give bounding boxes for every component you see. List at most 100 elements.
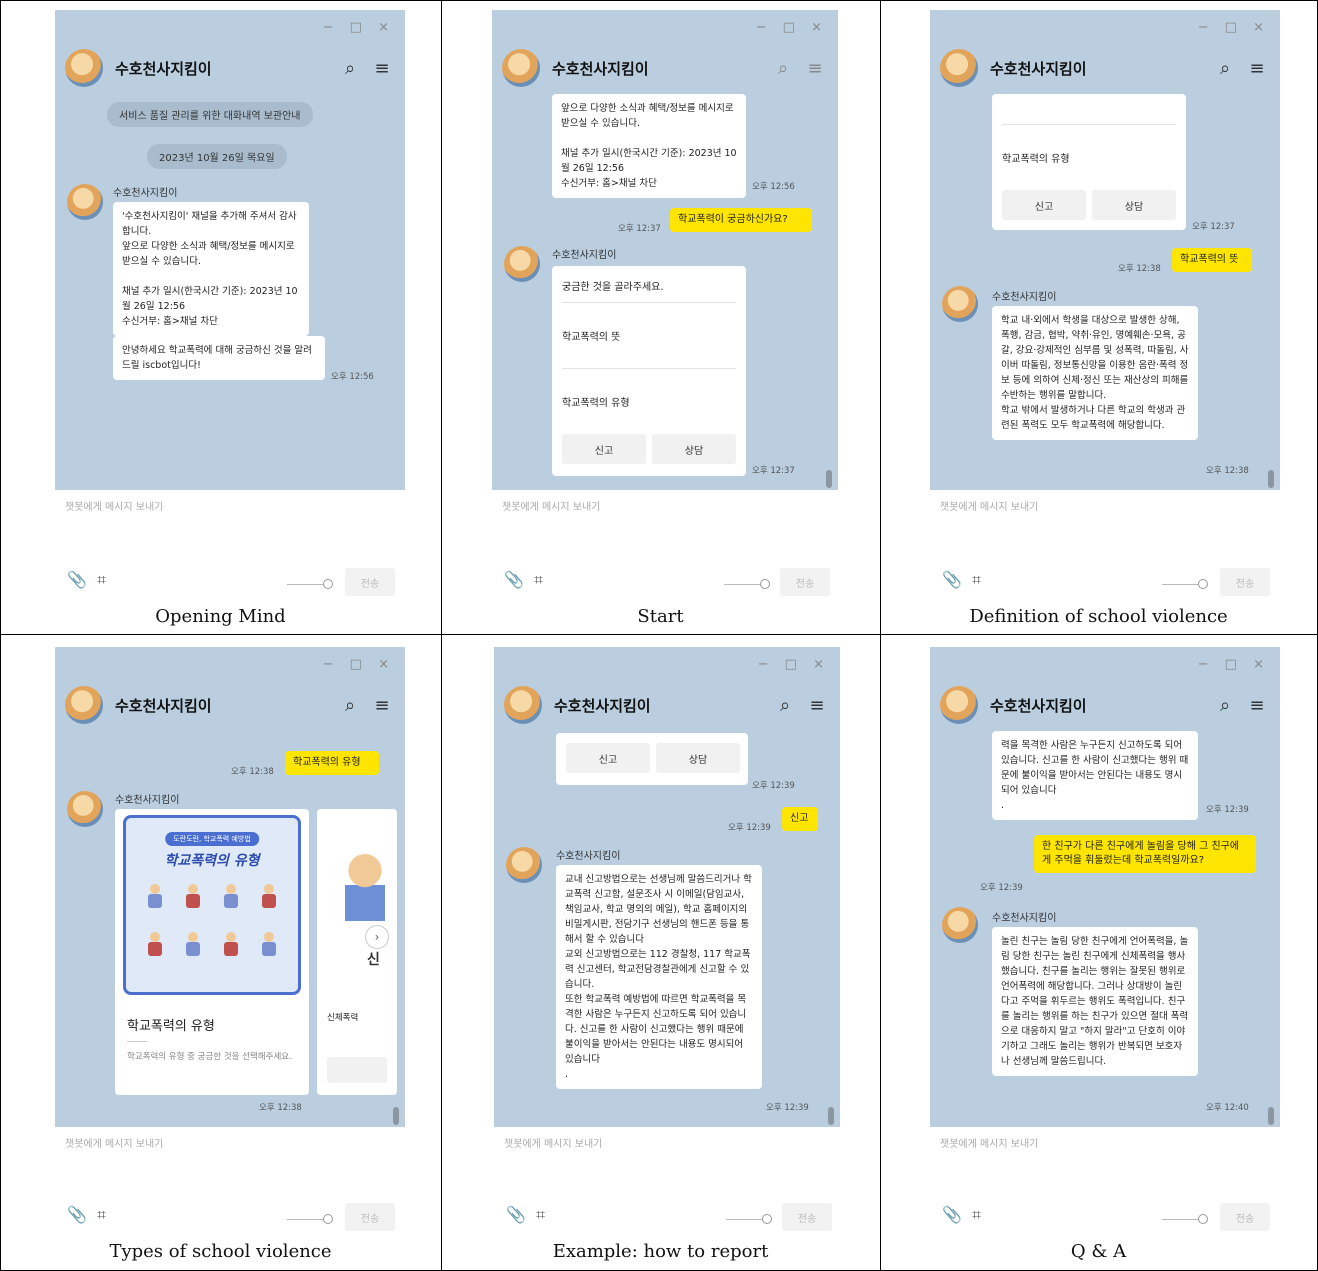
scrollbar[interactable] xyxy=(1268,470,1274,488)
bot-avatar[interactable] xyxy=(504,246,540,282)
message-input-area[interactable]: 챗봇에게 메시지 보내기 📎 ⌗ 전송 xyxy=(930,490,1280,602)
chat-window-opening: − □ × 수호천사지킴이 ⌕ ≡ 서비스 품질 관리를 위한 대화내역 보관안… xyxy=(55,10,405,490)
menu-item-types[interactable]: 학교폭력의 유형 xyxy=(562,394,736,409)
bot-avatar[interactable] xyxy=(504,686,542,724)
next-card-button[interactable] xyxy=(327,1057,387,1083)
transparency-slider[interactable] xyxy=(726,1219,766,1220)
transparency-slider[interactable] xyxy=(1162,1219,1202,1220)
message-input-area[interactable]: 챗봇에게 메시지 보내기 📎 ⌗ 전송 xyxy=(55,490,405,602)
search-icon[interactable]: ⌕ xyxy=(770,55,796,81)
message-input-area[interactable]: 챗봇에게 메시지 보내기 📎 ⌗ 전송 xyxy=(55,1127,405,1235)
slider-knob[interactable] xyxy=(762,1214,772,1224)
bot-avatar[interactable] xyxy=(67,184,103,220)
message-input-placeholder[interactable]: 챗봇에게 메시지 보내기 xyxy=(504,1135,602,1150)
search-icon[interactable]: ⌕ xyxy=(337,692,363,718)
scrollbar[interactable] xyxy=(826,470,832,488)
slider-knob[interactable] xyxy=(1198,1214,1208,1224)
attach-icon[interactable]: 📎 xyxy=(942,1205,962,1224)
bot-avatar[interactable] xyxy=(502,49,540,87)
crop-icon[interactable]: ⌗ xyxy=(972,570,981,590)
bot-message: 학교 내·외에서 학생을 대상으로 발생한 상해, 폭행, 감금, 협박, 약취… xyxy=(992,306,1198,440)
menu-icon[interactable]: ≡ xyxy=(369,55,395,81)
report-button[interactable]: 신고 xyxy=(1002,190,1086,220)
menu-icon[interactable]: ≡ xyxy=(804,692,830,718)
menu-icon[interactable]: ≡ xyxy=(1244,55,1270,81)
message-input-area[interactable]: 챗봇에게 메시지 보내기 📎 ⌗ 전송 xyxy=(930,1127,1280,1235)
message-input-placeholder[interactable]: 챗봇에게 메시지 보내기 xyxy=(65,1135,163,1150)
bot-avatar[interactable] xyxy=(65,49,103,87)
search-icon[interactable]: ⌕ xyxy=(1212,55,1238,81)
report-button[interactable]: 신고 xyxy=(566,743,650,773)
counsel-button[interactable]: 상담 xyxy=(1092,190,1176,220)
search-icon[interactable]: ⌕ xyxy=(1212,692,1238,718)
send-button[interactable]: 전송 xyxy=(780,568,830,596)
figure-illustration xyxy=(144,884,166,914)
counsel-button[interactable]: 상담 xyxy=(652,434,736,464)
send-button[interactable]: 전송 xyxy=(345,1203,395,1231)
crop-icon[interactable]: ⌗ xyxy=(97,1205,106,1225)
attach-icon[interactable]: 📎 xyxy=(504,570,524,589)
window-controls[interactable]: − □ × xyxy=(758,657,830,672)
send-button[interactable]: 전송 xyxy=(782,1203,832,1231)
message-input-placeholder[interactable]: 챗봇에게 메시지 보내기 xyxy=(65,498,163,513)
menu-item-types[interactable]: 학교폭력의 유형 xyxy=(1002,150,1176,165)
window-controls[interactable]: − □ × xyxy=(1198,20,1270,35)
bot-avatar[interactable] xyxy=(940,686,978,724)
attach-icon[interactable]: 📎 xyxy=(942,570,962,589)
notice-pill[interactable]: 서비스 품질 관리를 위한 대화내역 보관안내 xyxy=(107,102,313,127)
crop-icon[interactable]: ⌗ xyxy=(97,570,106,590)
crop-icon[interactable]: ⌗ xyxy=(972,1205,981,1225)
message-input-area[interactable]: 챗봇에게 메시지 보내기 📎 ⌗ 전송 xyxy=(494,1127,840,1235)
scrollbar[interactable] xyxy=(393,1107,399,1125)
bot-avatar[interactable] xyxy=(67,791,103,827)
slider-knob[interactable] xyxy=(1198,579,1208,589)
transparency-slider[interactable] xyxy=(1162,584,1202,585)
chat-window-types: − □ × 수호천사지킴이 ⌕ ≡ 오후 12:38 학교폭력의 유형 수호천사… xyxy=(55,647,405,1127)
message-input-placeholder[interactable]: 챗봇에게 메시지 보내기 xyxy=(502,498,600,513)
attach-icon[interactable]: 📎 xyxy=(67,570,87,589)
bot-avatar[interactable] xyxy=(506,847,542,883)
divider xyxy=(127,1041,147,1042)
menu-icon[interactable]: ≡ xyxy=(802,55,828,81)
transparency-slider[interactable] xyxy=(724,584,764,585)
transparency-slider[interactable] xyxy=(287,584,327,585)
message-input-placeholder[interactable]: 챗봇에게 메시지 보내기 xyxy=(940,1135,1038,1150)
message-time: 오후 12:37 xyxy=(618,224,661,234)
menu-item-definition[interactable]: 학교폭력의 뜻 xyxy=(562,328,736,343)
send-button[interactable]: 전송 xyxy=(1220,1203,1270,1231)
bot-avatar[interactable] xyxy=(65,686,103,724)
carousel-card[interactable]: 도란도란, 학교폭력 예방법 학교폭력의 유형 학교폭력의 유형 학교폭력의 유… xyxy=(115,809,309,1095)
search-icon[interactable]: ⌕ xyxy=(772,692,798,718)
bot-avatar[interactable] xyxy=(942,286,978,322)
window-controls[interactable]: − □ × xyxy=(323,20,395,35)
message-input-placeholder[interactable]: 챗봇에게 메시지 보내기 xyxy=(940,498,1038,513)
poster-title: 학교폭력의 유형 xyxy=(164,853,260,869)
bot-avatar[interactable] xyxy=(940,49,978,87)
menu-icon[interactable]: ≡ xyxy=(1244,692,1270,718)
send-button[interactable]: 전송 xyxy=(1220,568,1270,596)
scrollbar[interactable] xyxy=(1268,1107,1274,1125)
crop-icon[interactable]: ⌗ xyxy=(534,570,543,590)
window-controls[interactable]: − □ × xyxy=(1198,657,1270,672)
slider-knob[interactable] xyxy=(323,1214,333,1224)
carousel-card-next[interactable]: 신 신체폭력 xyxy=(317,809,397,1095)
counsel-button[interactable]: 상담 xyxy=(656,743,740,773)
slider-knob[interactable] xyxy=(323,579,333,589)
attach-icon[interactable]: 📎 xyxy=(506,1205,526,1224)
scrollbar[interactable] xyxy=(828,1107,834,1125)
crop-icon[interactable]: ⌗ xyxy=(536,1205,545,1225)
window-controls[interactable]: − □ × xyxy=(323,657,395,672)
slider-knob[interactable] xyxy=(760,579,770,589)
attach-icon[interactable]: 📎 xyxy=(67,1205,87,1224)
send-button[interactable]: 전송 xyxy=(345,568,395,596)
chat-content: 오후 12:38 학교폭력의 유형 수호천사지킴이 도란도란, 학교폭력 예방법… xyxy=(55,731,405,1127)
bot-avatar[interactable] xyxy=(942,907,978,943)
window-controls[interactable]: − □ × xyxy=(756,20,828,35)
chevron-right-icon[interactable]: › xyxy=(365,925,389,949)
message-time: 오후 12:39 xyxy=(980,883,1023,893)
message-input-area[interactable]: 챗봇에게 메시지 보내기 📎 ⌗ 전송 xyxy=(492,490,838,602)
transparency-slider[interactable] xyxy=(287,1219,327,1220)
search-icon[interactable]: ⌕ xyxy=(337,55,363,81)
report-button[interactable]: 신고 xyxy=(562,434,646,464)
menu-icon[interactable]: ≡ xyxy=(369,692,395,718)
